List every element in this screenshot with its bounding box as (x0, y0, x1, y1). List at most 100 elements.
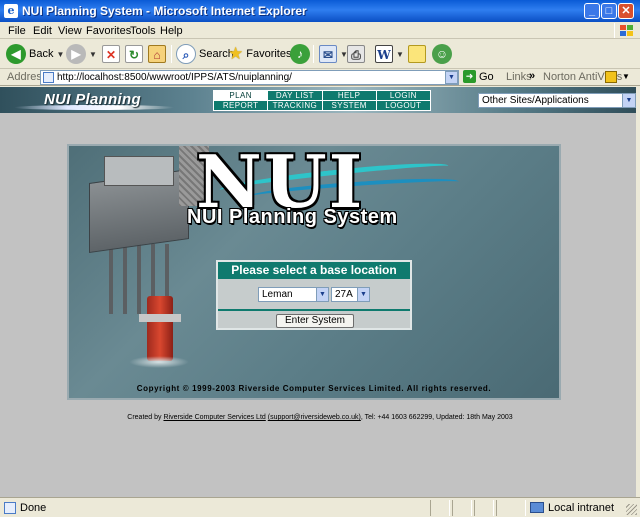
minimize-button[interactable]: _ (584, 3, 600, 19)
selector-heading: Please select a base location (218, 262, 410, 279)
messenger-button[interactable]: ☺ (432, 43, 452, 65)
nav-report[interactable]: REPORT (214, 101, 268, 110)
status-pane (474, 500, 494, 516)
status-pane (430, 500, 450, 516)
edit-word-button[interactable]: W ▼ (375, 43, 404, 65)
page-content: NUI Planning PLAN DAY LIST HELP LOGIN RE… (0, 87, 640, 497)
support-email-link[interactable]: (support@riversideweb.co.uk) (268, 414, 361, 421)
toolbar: ◀ Back ▼ ▶ ▼ ✕ ↻ ⌂ ⌕ Search ★ Favorites … (0, 39, 640, 69)
refresh-icon: ↻ (125, 45, 143, 63)
enter-system-button[interactable]: Enter System (276, 314, 354, 328)
page-done-icon (4, 502, 16, 514)
forward-dropdown-icon[interactable]: ▼ (89, 50, 97, 59)
menu-favorites[interactable]: Favorites (86, 25, 131, 37)
menu-edit[interactable]: Edit (33, 25, 52, 37)
print-button[interactable]: ⎙ (347, 43, 365, 65)
field-select[interactable]: 27A ▼ (331, 287, 370, 302)
media-icon: ♪ (290, 44, 310, 64)
messenger-icon: ☺ (432, 44, 452, 64)
address-input[interactable]: http://localhost:8500/wwwroot/IPPS/ATS/n… (40, 70, 459, 85)
back-button[interactable]: ◀ Back ▼ (6, 43, 64, 65)
page-icon (43, 72, 54, 83)
site-banner: NUI Planning PLAN DAY LIST HELP LOGIN RE… (0, 87, 640, 113)
home-icon: ⌂ (148, 45, 166, 63)
nav-system[interactable]: SYSTEM (322, 101, 376, 110)
menu-view[interactable]: View (58, 25, 82, 37)
menu-file[interactable]: File (8, 25, 26, 37)
back-label: Back (29, 48, 54, 60)
media-button[interactable]: ♪ (290, 43, 310, 65)
mail-icon: ✉ (319, 45, 337, 63)
nav-help[interactable]: HELP (322, 91, 376, 100)
zone-text: Local intranet (548, 502, 615, 514)
home-button[interactable]: ⌂ (148, 43, 166, 65)
nav-logout[interactable]: LOGOUT (376, 101, 430, 110)
login-panel: NUI NUI Planning System Please select a … (67, 144, 561, 400)
forward-button[interactable]: ▶ ▼ (66, 43, 97, 65)
search-icon: ⌕ (176, 44, 196, 64)
close-button[interactable]: ✕ (618, 3, 634, 19)
maximize-button[interactable]: □ (601, 3, 617, 19)
windows-logo-icon (614, 23, 636, 38)
window-title: NUI Planning System - Microsoft Internet… (22, 4, 307, 18)
ie-icon: e (4, 4, 18, 18)
window-title-bar[interactable]: e NUI Planning System - Microsoft Intern… (0, 0, 640, 22)
norton-dropdown-icon[interactable]: ▼ (622, 72, 630, 81)
chevron-down-icon[interactable]: ▼ (316, 288, 328, 301)
nav-tracking[interactable]: TRACKING (268, 101, 322, 110)
scrollbar-gutter (636, 87, 640, 497)
nav-plan[interactable]: PLAN (214, 91, 268, 100)
water-splash (129, 356, 189, 368)
nav-day-list[interactable]: DAY LIST (268, 91, 322, 100)
platform-upper-deck (104, 156, 174, 186)
word-icon: W (375, 45, 393, 63)
back-dropdown-icon[interactable]: ▼ (56, 50, 64, 59)
base-value: Leman (262, 289, 293, 300)
links-label[interactable]: Links (506, 71, 532, 83)
menu-help[interactable]: Help (160, 25, 183, 37)
status-bar: Done Local intranet (0, 497, 640, 517)
star-icon: ★ (228, 44, 244, 63)
stop-icon: ✕ (102, 45, 120, 63)
discuss-button[interactable] (408, 43, 426, 65)
menu-bar: File Edit View Favorites Tools Help (0, 22, 640, 39)
norton-icon[interactable] (605, 71, 617, 83)
platform-caisson (147, 296, 173, 361)
edit-dropdown-icon[interactable]: ▼ (396, 50, 404, 59)
address-dropdown-icon[interactable]: ▼ (445, 71, 458, 84)
back-arrow-icon: ◀ (6, 44, 26, 64)
toolbar-separator (171, 45, 172, 63)
forward-arrow-icon: ▶ (66, 44, 86, 64)
copyright-notice: Copyright © 1999-2003 Riverside Computer… (136, 384, 492, 393)
address-bar: Address http://localhost:8500/wwwroot/IP… (0, 69, 640, 86)
go-label: Go (479, 70, 494, 83)
chevron-down-icon[interactable]: ▼ (622, 94, 635, 107)
note-icon (408, 45, 426, 63)
system-title: NUI Planning System (187, 206, 398, 228)
nav-login[interactable]: LOGIN (376, 91, 430, 100)
other-sites-select[interactable]: Other Sites/Applications ▼ (478, 93, 636, 108)
selector-divider (218, 309, 410, 311)
footer-suffix: , Tel: +44 1603 662299, Updated: 18th Ma… (360, 414, 513, 421)
base-location-form: Please select a base location Leman ▼ 27… (216, 260, 412, 330)
banner-title: NUI Planning (44, 91, 141, 108)
mail-button[interactable]: ✉ ▼ (319, 43, 348, 65)
favorites-button[interactable]: ★ Favorites (228, 43, 292, 65)
go-arrow-icon: ➜ (463, 70, 476, 83)
resize-grip-icon[interactable] (626, 504, 637, 515)
go-button[interactable]: ➜ Go (463, 70, 494, 83)
chevron-down-icon[interactable]: ▼ (357, 288, 369, 301)
status-text: Done (20, 502, 47, 514)
nav-grid: PLAN DAY LIST HELP LOGIN REPORT TRACKING… (213, 90, 431, 111)
menu-tools[interactable]: Tools (130, 25, 156, 37)
company-link[interactable]: Riverside Computer Services Ltd (163, 414, 265, 421)
search-button[interactable]: ⌕ Search (176, 43, 234, 65)
base-select[interactable]: Leman ▼ (258, 287, 329, 302)
refresh-button[interactable]: ↻ (125, 43, 143, 65)
other-sites-value: Other Sites/Applications (482, 95, 589, 106)
links-chevron-icon[interactable]: » (529, 70, 535, 82)
footer-credit: Created by Riverside Computer Services L… (0, 414, 640, 421)
printer-icon: ⎙ (347, 45, 365, 63)
stop-button[interactable]: ✕ (102, 43, 120, 65)
toolbar-separator (313, 45, 314, 63)
